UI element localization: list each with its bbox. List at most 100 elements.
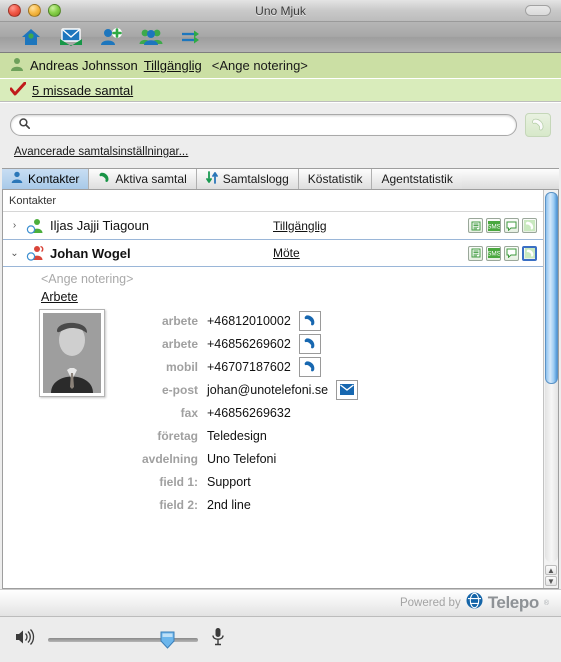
scrollbar-arrows: ▲ ▼ [545,565,557,586]
field-label: e-post [162,382,198,397]
contact-row-iljas[interactable]: › Iljas Jajji Tiagoun Tillgänglig SMS [3,211,543,239]
toolbar-toggle-button[interactable] [525,5,551,16]
tab-aktiva-samtal[interactable]: Aktiva samtal [89,169,197,189]
user-name: Andreas Johnsson [30,58,138,73]
search-input[interactable] [35,118,508,132]
contact-name: Johan Wogel [50,245,131,261]
call-icon[interactable] [522,245,537,261]
contact-row-johan[interactable]: ⌄ Johan Wogel Möte SMS [3,239,543,267]
powered-by-text: Powered by [399,597,461,609]
contact-note-field[interactable]: <Ange notering> [3,269,543,288]
transfer-icon[interactable] [174,24,208,50]
svg-text:SMS: SMS [488,223,500,230]
audio-control-bar [0,617,561,662]
user-presence-icon [10,57,24,75]
volume-track[interactable] [48,637,198,642]
contact-actions: SMS [468,245,537,261]
tab-agentstatistik[interactable]: Agentstatistik [372,169,462,189]
call-icon[interactable] [298,310,321,331]
chat-icon[interactable] [504,245,519,261]
expand-twisty-icon[interactable]: › [9,220,20,231]
app-window: Uno Mjuk Andreas Johnsson Tillgänglig <A… [0,0,561,662]
field-value: johan@unotelefoni.se [207,382,329,397]
mail-icon[interactable] [54,24,88,50]
home-icon[interactable] [14,24,48,50]
powered-by-bar: Powered by Telepo ® [0,589,561,617]
field-value: +46856269632 [207,405,291,420]
missed-calls-link[interactable]: 5 missade samtal [32,83,133,98]
call-icon[interactable] [298,333,321,354]
field-value: +46707187602 [207,359,291,374]
scroll-down-icon[interactable]: ▼ [545,576,557,586]
field-row: fax +46856269632 [121,401,543,424]
scroll-up-icon[interactable]: ▲ [545,565,557,575]
field-value: Support [207,474,251,489]
field-row: e-post johan@unotelefoni.se [121,378,543,401]
field-label: field 2: [159,497,198,512]
telepo-logo-icon [466,592,483,614]
sms-icon[interactable]: SMS [486,245,501,261]
mail-icon[interactable] [336,379,359,400]
contact-status-link[interactable]: Möte [273,246,463,260]
field-label: företag [157,428,198,443]
vertical-scrollbar[interactable]: ▲ ▼ [543,190,558,588]
contact-detail-panel: <Ange notering> Arbete arbete +468120100… [3,267,543,522]
field-row: field 1: Support [121,470,543,493]
field-row: avdelning Uno Telefoni [121,447,543,470]
volume-thumb[interactable] [160,631,175,649]
field-label: field 1: [159,474,198,489]
user-status-bar: Andreas Johnsson Tillgänglig <Ange noter… [0,53,561,79]
contacts-scroll-area: Kontakter › Iljas Jajji Tiagoun Tillgäng… [3,190,543,588]
notes-icon[interactable] [468,245,483,261]
speaker-icon[interactable] [14,628,36,651]
minimize-button[interactable] [28,4,41,17]
window-title: Uno Mjuk [255,3,306,18]
chat-icon[interactable] [504,218,519,233]
contact-status-link[interactable]: Tillgänglig [273,219,463,233]
call-icon[interactable] [298,356,321,377]
contact-name: Iljas Jajji Tiagoun [50,218,149,233]
tab-label: Samtalslogg [222,172,289,186]
add-contact-icon[interactable] [94,24,128,50]
contact-group-label: Arbete [41,290,78,304]
tab-label: Aktiva samtal [115,172,187,186]
check-icon [9,81,27,99]
scrollbar-thumb[interactable] [544,192,558,385]
zoom-button[interactable] [48,4,61,17]
field-row: företag Teledesign [121,424,543,447]
presence-busy-icon [25,245,45,261]
contact-fields: arbete +46812010002 arbete +46856269602 [121,309,543,516]
contact-photo [39,309,105,397]
field-row: mobil +46707187602 [121,355,543,378]
user-presence-link[interactable]: Tillgänglig [144,58,202,73]
search-row [10,113,551,137]
advanced-settings-link[interactable]: Avancerade samtalsinställningar... [14,146,188,158]
contact-detail-body: arbete +46812010002 arbete +46856269602 [3,309,543,516]
tab-samtalslogg[interactable]: Samtalslogg [196,169,299,189]
group-icon[interactable] [134,24,168,50]
user-note-field[interactable]: <Ange notering> [212,58,308,73]
field-label: avdelning [141,451,198,466]
field-label: fax [180,405,198,420]
collapse-twisty-icon[interactable]: ⌄ [9,248,20,259]
tab-kostatistik[interactable]: Köstatistik [298,169,373,189]
window-controls [8,4,61,17]
volume-slider[interactable] [48,631,198,649]
sms-icon[interactable]: SMS [486,218,501,233]
notes-icon[interactable] [468,218,483,233]
tab-kontakter[interactable]: Kontakter [2,169,90,189]
microphone-icon[interactable] [210,627,226,652]
call-icon[interactable] [522,218,537,233]
telepo-wordmark: Telepo [487,593,540,612]
field-value: Uno Telefoni [207,451,277,466]
search-call-button[interactable] [525,113,551,137]
trademark-symbol: ® [543,599,549,607]
field-row: arbete +46856269602 [121,332,543,355]
tab-label: Agentstatistik [381,172,453,186]
search-box[interactable] [10,114,517,136]
close-button[interactable] [8,4,21,17]
field-row: field 2: 2nd line [121,493,543,516]
phone-icon [98,171,110,187]
scrollbar-track[interactable] [544,192,558,562]
field-value: +46812010002 [207,313,291,328]
